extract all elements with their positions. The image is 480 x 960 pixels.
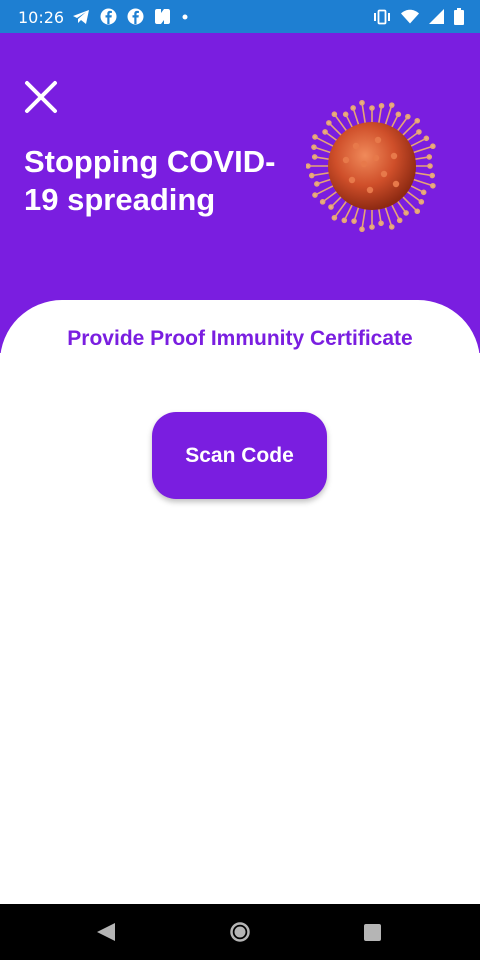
status-time: 10:26 xyxy=(18,8,65,27)
navigation-bar xyxy=(0,904,480,960)
virus-icon xyxy=(306,100,436,232)
dot-icon xyxy=(182,14,188,20)
status-bar: 10:26 xyxy=(0,0,480,33)
home-icon[interactable] xyxy=(229,921,251,943)
wifi-icon xyxy=(401,9,419,24)
close-button[interactable] xyxy=(22,78,60,116)
battery-icon xyxy=(454,8,464,25)
telegram-icon xyxy=(73,9,89,24)
recents-icon[interactable] xyxy=(364,924,382,942)
back-icon[interactable] xyxy=(95,921,117,943)
content-card xyxy=(0,300,480,920)
notification-icons xyxy=(72,8,189,25)
proof-heading: Provide Proof Immunity Certificate xyxy=(67,327,413,350)
vibrate-icon xyxy=(374,9,390,24)
system-icons xyxy=(373,8,464,25)
facebook-icon xyxy=(100,8,117,25)
app-icon xyxy=(155,9,170,24)
scan-code-label: Scan Code xyxy=(185,443,294,467)
scan-code-button[interactable]: Scan Code xyxy=(152,412,327,499)
facebook-icon xyxy=(127,8,144,25)
signal-icon xyxy=(429,9,444,24)
page-title: Stopping COVID-19 spreading xyxy=(24,144,276,217)
close-icon xyxy=(25,81,57,113)
